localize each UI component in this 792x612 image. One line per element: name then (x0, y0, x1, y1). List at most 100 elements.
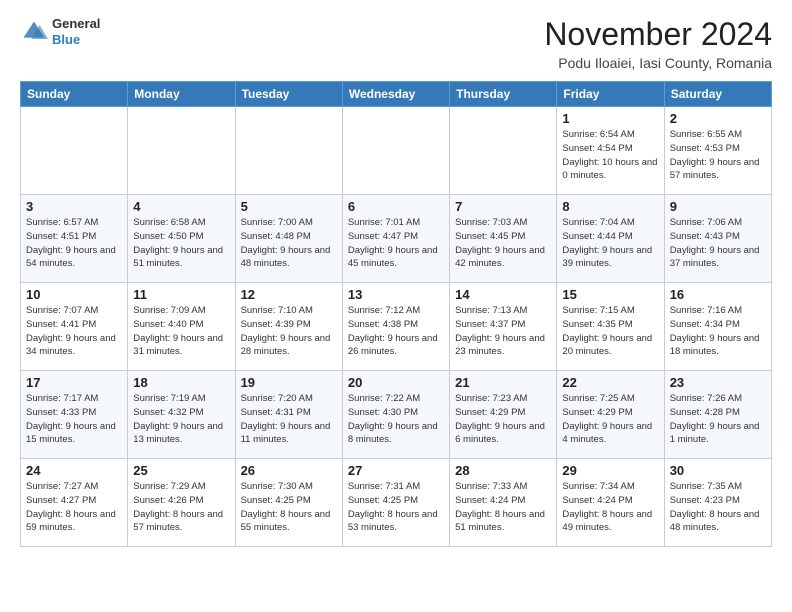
day-number: 20 (348, 375, 444, 390)
day-number: 14 (455, 287, 551, 302)
day-number: 8 (562, 199, 658, 214)
day-info: Sunrise: 7:19 AM Sunset: 4:32 PM Dayligh… (133, 392, 229, 447)
logo: General Blue (20, 16, 100, 47)
day-number: 12 (241, 287, 337, 302)
calendar-cell (128, 107, 235, 195)
calendar-cell: 4Sunrise: 6:58 AM Sunset: 4:50 PM Daylig… (128, 195, 235, 283)
day-number: 11 (133, 287, 229, 302)
day-number: 15 (562, 287, 658, 302)
calendar-cell: 29Sunrise: 7:34 AM Sunset: 4:24 PM Dayli… (557, 459, 664, 547)
day-info: Sunrise: 7:17 AM Sunset: 4:33 PM Dayligh… (26, 392, 122, 447)
day-number: 13 (348, 287, 444, 302)
day-info: Sunrise: 6:54 AM Sunset: 4:54 PM Dayligh… (562, 128, 658, 183)
calendar-week-row: 3 Sunrise: 6:57 AM Sunset: 4:51 PM Daylig… (21, 195, 772, 283)
day-number: 19 (241, 375, 337, 390)
calendar-week-row: 1 Sunrise: 6:54 AM Sunset: 4:54 PM Daylig… (21, 107, 772, 195)
calendar-week-row: 17 Sunrise: 7:17 AM Sunset: 4:33 PM Dayli… (21, 371, 772, 459)
col-header-thursday: Thursday (450, 82, 557, 107)
col-header-monday: Monday (128, 82, 235, 107)
calendar-cell: 13 Sunrise: 7:12 AM Sunset: 4:38 PM Dayli… (342, 283, 449, 371)
logo-blue: Blue (52, 32, 100, 48)
day-number: 3 (26, 199, 122, 214)
day-info: Sunrise: 7:15 AM Sunset: 4:35 PM Dayligh… (562, 304, 658, 359)
day-info: Sunrise: 7:27 AM Sunset: 4:27 PM Dayligh… (26, 480, 122, 535)
day-info: Sunrise: 7:03 AM Sunset: 4:45 PM Dayligh… (455, 216, 551, 271)
day-info: Sunrise: 7:22 AM Sunset: 4:30 PM Dayligh… (348, 392, 444, 447)
day-info: Sunrise: 7:33 AM Sunset: 4:24 PM Dayligh… (455, 480, 551, 535)
day-info: Sunrise: 7:09 AM Sunset: 4:40 PM Dayligh… (133, 304, 229, 359)
day-number: 5 (241, 199, 337, 214)
calendar-cell: 23 Sunrise: 7:26 AM Sunset: 4:28 PM Dayli… (664, 371, 771, 459)
calendar-week-row: 10Sunrise: 7:07 AM Sunset: 4:41 PM Dayli… (21, 283, 772, 371)
calendar-cell: 9Sunrise: 7:06 AM Sunset: 4:43 PM Daylig… (664, 195, 771, 283)
day-number: 6 (348, 199, 444, 214)
calendar-header-row: SundayMondayTuesdayWednesdayThursdayFrid… (21, 82, 772, 107)
day-info: Sunrise: 7:01 AM Sunset: 4:47 PM Dayligh… (348, 216, 444, 271)
day-info: Sunrise: 7:10 AM Sunset: 4:39 PM Dayligh… (241, 304, 337, 359)
day-info: Sunrise: 6:57 AM Sunset: 4:51 PM Dayligh… (26, 216, 122, 271)
calendar-cell: 27Sunrise: 7:31 AM Sunset: 4:25 PM Dayli… (342, 459, 449, 547)
calendar-cell: 28 Sunrise: 7:33 AM Sunset: 4:24 PM Dayli… (450, 459, 557, 547)
calendar-cell: 1 Sunrise: 6:54 AM Sunset: 4:54 PM Daylig… (557, 107, 664, 195)
calendar-cell: 8Sunrise: 7:04 AM Sunset: 4:44 PM Daylig… (557, 195, 664, 283)
day-info: Sunrise: 7:29 AM Sunset: 4:26 PM Dayligh… (133, 480, 229, 535)
day-info: Sunrise: 7:12 AM Sunset: 4:38 PM Dayligh… (348, 304, 444, 359)
col-header-wednesday: Wednesday (342, 82, 449, 107)
day-info: Sunrise: 7:00 AM Sunset: 4:48 PM Dayligh… (241, 216, 337, 271)
day-info: Sunrise: 7:20 AM Sunset: 4:31 PM Dayligh… (241, 392, 337, 447)
month-title: November 2024 (544, 16, 772, 53)
logo-text: General Blue (52, 16, 100, 47)
day-number: 30 (670, 463, 766, 478)
page: General Blue November 2024 Podu Iloaiei,… (0, 0, 792, 563)
calendar-cell: 25Sunrise: 7:29 AM Sunset: 4:26 PM Dayli… (128, 459, 235, 547)
calendar-cell: 19 Sunrise: 7:20 AM Sunset: 4:31 PM Dayli… (235, 371, 342, 459)
day-info: Sunrise: 7:06 AM Sunset: 4:43 PM Dayligh… (670, 216, 766, 271)
calendar-cell: 11 Sunrise: 7:09 AM Sunset: 4:40 PM Dayli… (128, 283, 235, 371)
calendar-cell (21, 107, 128, 195)
calendar-cell (450, 107, 557, 195)
day-number: 24 (26, 463, 122, 478)
calendar-cell: 6 Sunrise: 7:01 AM Sunset: 4:47 PM Daylig… (342, 195, 449, 283)
calendar-table: SundayMondayTuesdayWednesdayThursdayFrid… (20, 81, 772, 547)
calendar-cell: 30 Sunrise: 7:35 AM Sunset: 4:23 PM Dayli… (664, 459, 771, 547)
calendar-cell: 21 Sunrise: 7:23 AM Sunset: 4:29 PM Dayli… (450, 371, 557, 459)
calendar-cell: 20 Sunrise: 7:22 AM Sunset: 4:30 PM Dayli… (342, 371, 449, 459)
day-info: Sunrise: 7:26 AM Sunset: 4:28 PM Dayligh… (670, 392, 766, 447)
calendar-cell: 17 Sunrise: 7:17 AM Sunset: 4:33 PM Dayli… (21, 371, 128, 459)
day-info: Sunrise: 7:23 AM Sunset: 4:29 PM Dayligh… (455, 392, 551, 447)
title-area: November 2024 Podu Iloaiei, Iasi County,… (544, 16, 772, 71)
day-number: 10 (26, 287, 122, 302)
day-number: 2 (670, 111, 766, 126)
day-number: 22 (562, 375, 658, 390)
day-number: 7 (455, 199, 551, 214)
day-number: 27 (348, 463, 444, 478)
day-info: Sunrise: 6:55 AM Sunset: 4:53 PM Dayligh… (670, 128, 766, 183)
calendar-cell: 14Sunrise: 7:13 AM Sunset: 4:37 PM Dayli… (450, 283, 557, 371)
calendar-cell: 10Sunrise: 7:07 AM Sunset: 4:41 PM Dayli… (21, 283, 128, 371)
day-number: 1 (562, 111, 658, 126)
day-info: Sunrise: 7:35 AM Sunset: 4:23 PM Dayligh… (670, 480, 766, 535)
calendar-week-row: 24 Sunrise: 7:27 AM Sunset: 4:27 PM Dayli… (21, 459, 772, 547)
day-number: 26 (241, 463, 337, 478)
header: General Blue November 2024 Podu Iloaiei,… (20, 16, 772, 71)
col-header-tuesday: Tuesday (235, 82, 342, 107)
day-info: Sunrise: 7:16 AM Sunset: 4:34 PM Dayligh… (670, 304, 766, 359)
day-number: 23 (670, 375, 766, 390)
col-header-sunday: Sunday (21, 82, 128, 107)
calendar-cell: 18Sunrise: 7:19 AM Sunset: 4:32 PM Dayli… (128, 371, 235, 459)
day-number: 21 (455, 375, 551, 390)
day-number: 17 (26, 375, 122, 390)
day-number: 28 (455, 463, 551, 478)
day-number: 29 (562, 463, 658, 478)
calendar-cell (235, 107, 342, 195)
day-info: Sunrise: 7:25 AM Sunset: 4:29 PM Dayligh… (562, 392, 658, 447)
day-info: Sunrise: 7:30 AM Sunset: 4:25 PM Dayligh… (241, 480, 337, 535)
day-info: Sunrise: 6:58 AM Sunset: 4:50 PM Dayligh… (133, 216, 229, 271)
calendar-cell: 16 Sunrise: 7:16 AM Sunset: 4:34 PM Dayli… (664, 283, 771, 371)
day-number: 16 (670, 287, 766, 302)
calendar-cell: 3 Sunrise: 6:57 AM Sunset: 4:51 PM Daylig… (21, 195, 128, 283)
calendar-cell (342, 107, 449, 195)
location: Podu Iloaiei, Iasi County, Romania (544, 55, 772, 71)
col-header-saturday: Saturday (664, 82, 771, 107)
calendar-cell: 5 Sunrise: 7:00 AM Sunset: 4:48 PM Daylig… (235, 195, 342, 283)
